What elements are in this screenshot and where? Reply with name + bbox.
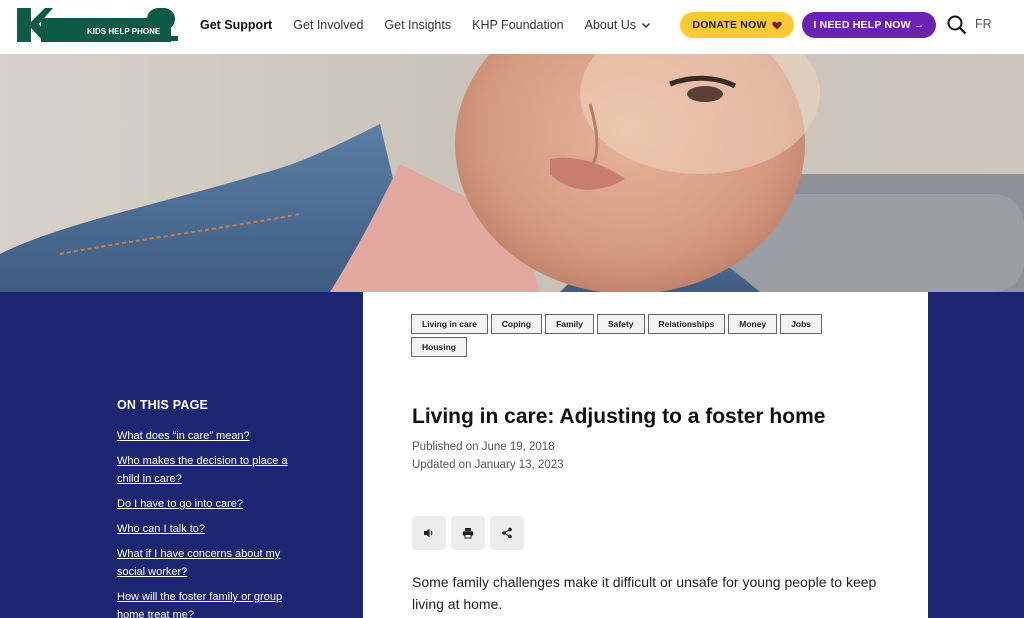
tag-list: Living in care Coping Family Safety Rela…: [411, 314, 831, 360]
page-title: Living in care: Adjusting to a foster ho…: [412, 405, 826, 428]
tag-housing[interactable]: Housing: [411, 337, 467, 357]
nav-get-support[interactable]: Get Support: [200, 18, 272, 32]
site-header: KIDS HELP PHONE Get Support Get Involved…: [0, 0, 1024, 54]
share-button[interactable]: [490, 516, 524, 550]
toc-link[interactable]: What if I have concerns about my social …: [117, 545, 307, 581]
toc-title: ON THIS PAGE: [117, 398, 209, 412]
help-now-button-label: I NEED HELP NOW →: [813, 19, 925, 31]
article-actions: [412, 516, 524, 550]
tag-living-in-care[interactable]: Living in care: [411, 314, 488, 334]
toc-link[interactable]: What does “in care” mean?: [117, 427, 307, 445]
print-icon: [463, 528, 473, 539]
donate-button-label: DONATE NOW: [692, 19, 767, 31]
hero-image: [0, 54, 1024, 292]
toc-link[interactable]: Who can I talk to?: [117, 520, 307, 538]
search-icon[interactable]: [947, 15, 967, 35]
listen-button[interactable]: [412, 516, 446, 550]
heart-icon: [771, 21, 782, 29]
tag-money[interactable]: Money: [728, 314, 778, 334]
nav-about-us[interactable]: About Us: [585, 18, 651, 32]
khp-logo[interactable]: KIDS HELP PHONE: [17, 8, 180, 42]
published-date: Published on June 19, 2018: [412, 441, 555, 453]
tag-relationships[interactable]: Relationships: [647, 314, 726, 334]
toc-link[interactable]: Do I have to go into care?: [117, 495, 307, 513]
toc-link[interactable]: How will the foster family or group home…: [117, 588, 307, 618]
language-toggle[interactable]: FR: [975, 17, 992, 31]
tag-coping[interactable]: Coping: [490, 314, 543, 334]
share-icon: [502, 527, 512, 539]
toc-link[interactable]: Who makes the decision to place a child …: [117, 452, 307, 488]
article-card: Living in care Coping Family Safety Rela…: [363, 292, 928, 618]
donate-button[interactable]: DONATE NOW: [680, 12, 794, 38]
article-intro: Some family challenges make it difficult…: [412, 574, 877, 612]
logo-text: KIDS HELP PHONE: [87, 27, 161, 36]
tag-jobs[interactable]: Jobs: [780, 314, 823, 334]
updated-date: Updated on January 13, 2023: [412, 459, 564, 471]
on-this-page-nav: ON THIS PAGE What does “in care” mean? W…: [117, 398, 317, 618]
tag-family[interactable]: Family: [545, 314, 595, 334]
chevron-down-icon: [642, 23, 651, 28]
tag-safety[interactable]: Safety: [597, 314, 645, 334]
nav-get-insights[interactable]: Get Insights: [384, 18, 451, 32]
nav-get-involved[interactable]: Get Involved: [293, 18, 363, 32]
speaker-icon: [424, 528, 433, 538]
main-nav: Get Support Get Involved Get Insights KH…: [200, 0, 672, 50]
nav-khp-foundation[interactable]: KHP Foundation: [472, 18, 564, 32]
nav-about-us-label: About Us: [584, 18, 637, 32]
print-button[interactable]: [451, 516, 485, 550]
help-now-button[interactable]: I NEED HELP NOW →: [802, 12, 936, 38]
